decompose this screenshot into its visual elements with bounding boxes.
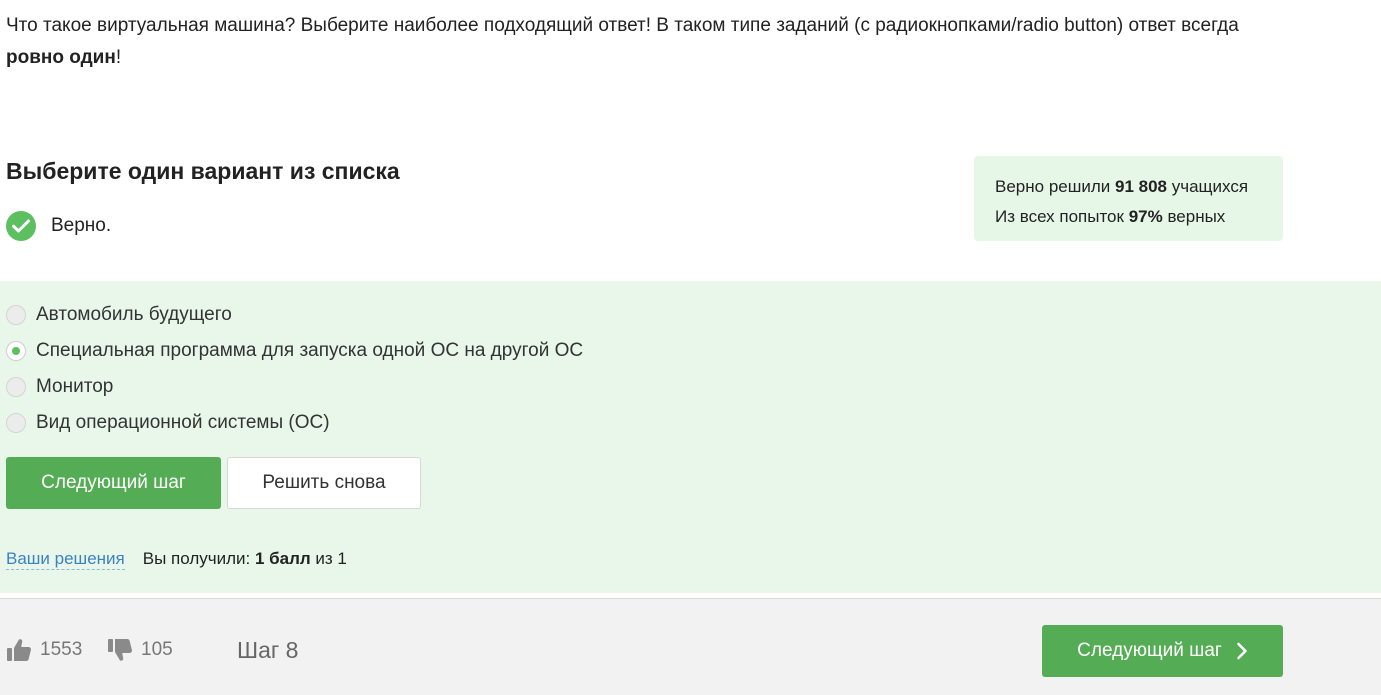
footer-next-step-button[interactable]: Следующий шаг (1042, 625, 1283, 677)
option-item[interactable]: Монитор (6, 373, 113, 401)
option-item[interactable]: Вид операционной системы (ОС) (6, 409, 330, 437)
option-label: Вид операционной системы (ОС) (36, 412, 330, 433)
task-title: Выберите один вариант из списка (6, 158, 400, 184)
answer-block: Автомобиль будущего Специальная программ… (0, 281, 1381, 593)
verdict: Верно. (6, 211, 111, 241)
result-row: Ваши решения Вы получили: 1 балл из 1 (6, 549, 347, 570)
stats-attempts-percent: 97% (1128, 207, 1163, 226)
question-emphasis: ровно один (6, 47, 116, 68)
stats-attempts: Из всех попыток 97% верных (995, 202, 1283, 232)
radio-button[interactable] (6, 377, 26, 397)
solve-again-button[interactable]: Решить снова (227, 457, 421, 509)
verdict-text: Верно. (51, 215, 112, 236)
question-main: Что такое виртуальная машина? Выберите н… (6, 15, 1239, 36)
check-circle-icon (6, 211, 36, 241)
option-item-selected[interactable]: Специальная программа для запуска одной … (6, 337, 583, 365)
radio-button[interactable] (6, 413, 26, 433)
stats-solved-prefix: Верно решили (995, 177, 1115, 196)
stats-solved-suffix: учащихся (1167, 177, 1249, 196)
footer-next-step-label: Следующий шаг (1077, 640, 1222, 661)
stats-box: Верно решили 91 808 учащихся Из всех поп… (974, 156, 1283, 241)
score-text: Вы получили: 1 балл из 1 (143, 549, 347, 569)
your-solutions-link[interactable]: Ваши решения (6, 549, 125, 570)
stats-solved: Верно решили 91 808 учащихся (995, 172, 1283, 202)
stats-attempts-suffix: верных (1162, 207, 1226, 226)
radio-button-checked[interactable] (6, 341, 26, 361)
option-label: Специальная программа для запуска одной … (36, 340, 584, 361)
stats-solved-count: 91 808 (1115, 177, 1167, 196)
like-button[interactable]: 1553 (6, 637, 82, 663)
dislike-button[interactable]: 105 (107, 637, 173, 663)
score-suffix: из 1 (310, 549, 347, 568)
thumbs-up-icon (6, 637, 32, 663)
likes-count: 1553 (40, 639, 83, 660)
option-item[interactable]: Автомобиль будущего (6, 301, 232, 329)
footer: 1553 105 Шаг 8 Следующий шаг (0, 599, 1381, 695)
radio-button[interactable] (6, 305, 26, 325)
step-number: Шаг 8 (237, 637, 299, 663)
chevron-right-icon (1236, 642, 1248, 660)
step-page: Что такое виртуальная машина? Выберите н… (0, 0, 1381, 695)
score-value: 1 балл (254, 549, 311, 568)
option-label: Монитор (36, 376, 114, 397)
option-label: Автомобиль будущего (36, 304, 232, 325)
dislikes-count: 105 (141, 639, 173, 660)
question-end: ! (115, 47, 122, 68)
next-step-button[interactable]: Следующий шаг (6, 457, 221, 509)
thumbs-down-icon (107, 637, 133, 663)
stats-attempts-prefix: Из всех попыток (995, 207, 1129, 226)
radio-dot (12, 347, 20, 355)
question-text: Что такое виртуальная машина? Выберите н… (6, 10, 1296, 74)
score-prefix: Вы получили: (142, 549, 255, 568)
